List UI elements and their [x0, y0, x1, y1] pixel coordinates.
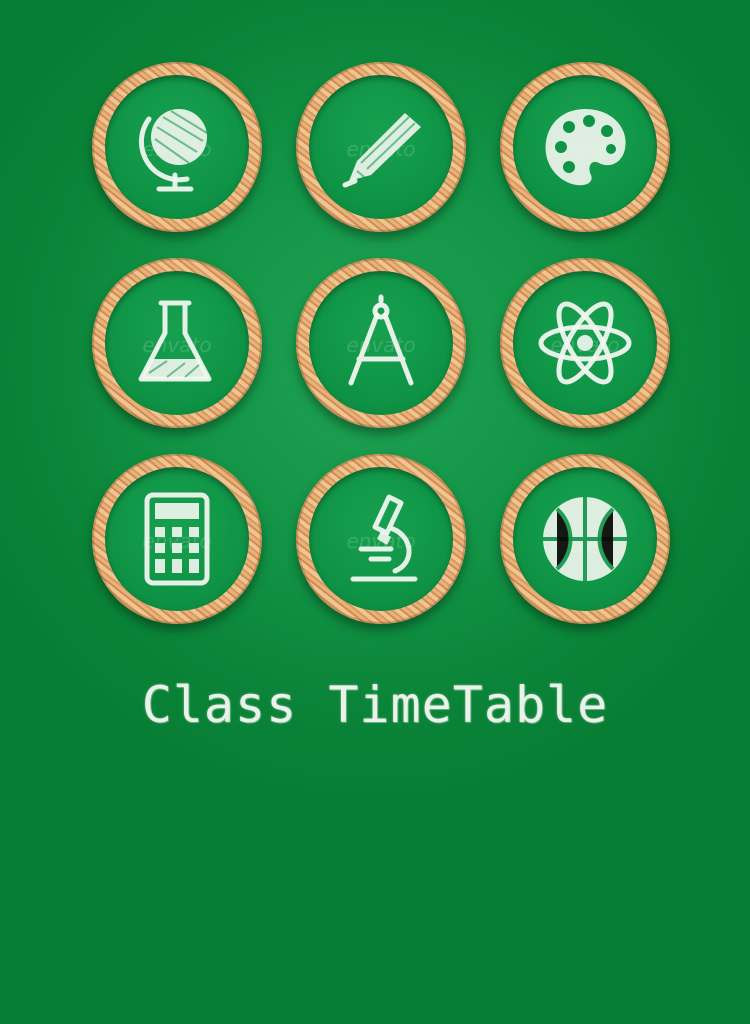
- tile-face: envato: [105, 271, 249, 415]
- tile-face: envato: [105, 75, 249, 219]
- pencil-icon: [342, 113, 421, 188]
- subject-button-mathematics[interactable]: envato: [92, 454, 262, 624]
- subject-button-art[interactable]: envato: [500, 62, 670, 232]
- subject-button-chemistry[interactable]: envato: [92, 258, 262, 428]
- flask-icon: [138, 300, 212, 382]
- tile-face: envato: [105, 467, 249, 611]
- subject-button-sports[interactable]: envato: [500, 454, 670, 624]
- subject-grid: envato envato envato: [0, 0, 750, 640]
- microscope-icon: [350, 494, 418, 582]
- subject-button-geography[interactable]: envato: [92, 62, 262, 232]
- subject-button-geometry[interactable]: envato: [296, 258, 466, 428]
- tile-face: envato: [309, 75, 453, 219]
- globe-icon: [138, 109, 208, 192]
- tile-face: envato: [513, 271, 657, 415]
- subject-button-physics[interactable]: envato: [500, 258, 670, 428]
- atom-icon: [538, 301, 632, 385]
- basketball-icon: [543, 497, 627, 581]
- tile-face: envato: [513, 75, 657, 219]
- tile-face: envato: [309, 271, 453, 415]
- drawing-compass-icon: [348, 294, 414, 386]
- paint-palette-icon: [545, 109, 626, 186]
- calculator-icon: [144, 492, 210, 586]
- app-title: Class TimeTable: [141, 676, 609, 734]
- subject-button-biology[interactable]: envato: [296, 454, 466, 624]
- tile-face: envato: [309, 467, 453, 611]
- tile-face: envato: [513, 467, 657, 611]
- subject-button-writing[interactable]: envato: [296, 62, 466, 232]
